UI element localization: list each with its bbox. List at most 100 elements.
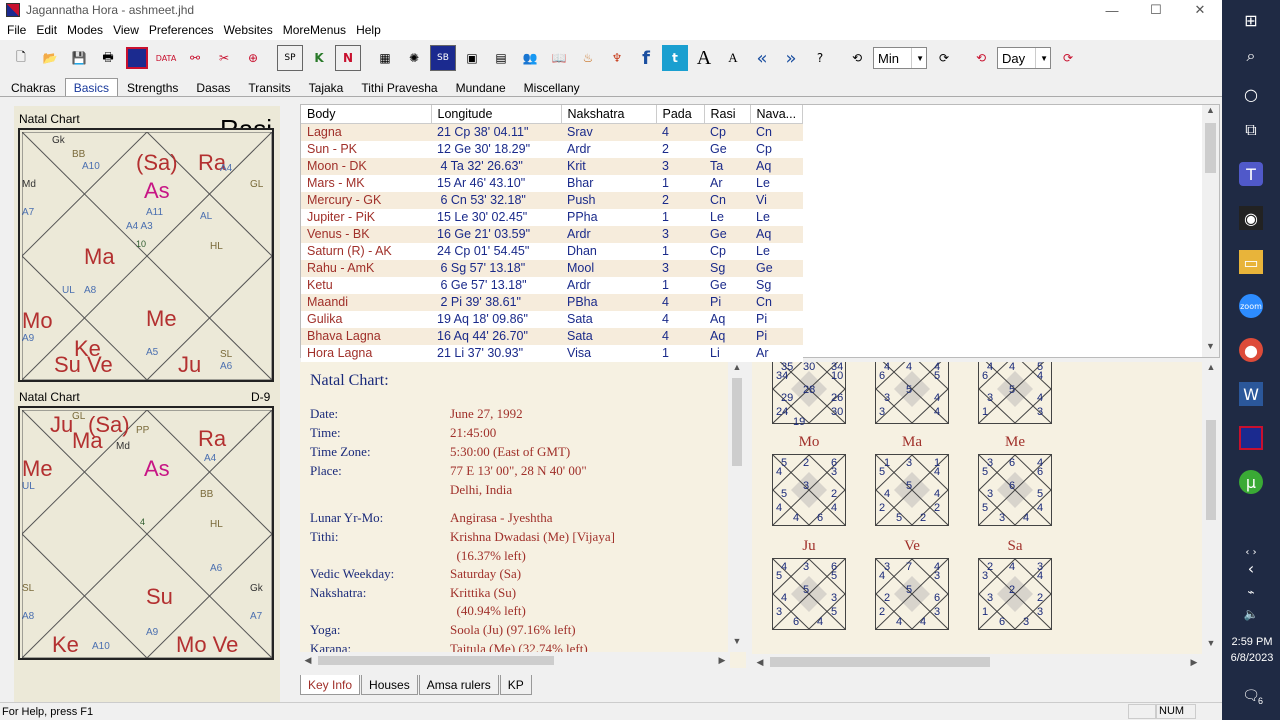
tab-kp[interactable]: KP <box>499 675 532 695</box>
menu-moremenus[interactable]: MoreMenus <box>278 23 351 37</box>
volume-icon[interactable]: 🔈 <box>1239 602 1263 626</box>
tab-basics[interactable]: Basics <box>64 78 119 96</box>
tools-icon[interactable]: ✂ <box>211 45 237 71</box>
twitter-icon[interactable]: t <box>662 45 688 71</box>
search-icon[interactable]: ⌕ <box>1239 44 1263 68</box>
rasi-chart[interactable]: Gk BB A10 (Sa) As Ra A4 GL Md A7 A11 A4 … <box>18 128 274 382</box>
table-row[interactable]: Mercury - GK 6 Cn 53' 32.18" Push 2 Cn Vi <box>301 191 803 209</box>
font-larger-icon[interactable]: A <box>691 45 717 71</box>
tab-transits[interactable]: Transits <box>239 78 299 96</box>
facebook-icon[interactable]: f <box>633 45 659 71</box>
table-row[interactable]: Venus - BK 16 Ge 21' 03.59" Ardr 3 Ge Aq <box>301 225 803 243</box>
info-vertical-scrollbar[interactable]: ▲ ▼ <box>728 362 746 652</box>
menu-modes[interactable]: Modes <box>62 23 108 37</box>
n-icon[interactable]: N <box>335 45 361 71</box>
col-rasi[interactable]: Rasi <box>704 105 751 124</box>
table-row[interactable]: Mars - MK 15 Ar 46' 43.10" Bhar 1 Ar Le <box>301 174 803 192</box>
menu-edit[interactable]: Edit <box>31 23 62 37</box>
ashtakavarga-chart[interactable]: 436555433564 <box>772 558 846 630</box>
forward-icon[interactable]: » <box>778 45 804 71</box>
table-row[interactable]: Gulika 19 Aq 18' 09.86" Sata 4 Aq Pi <box>301 310 803 328</box>
table-row[interactable]: Moon - DK 4 Ta 32' 26.63" Krit 3 Ta Aq <box>301 157 803 175</box>
menu-view[interactable]: View <box>108 23 144 37</box>
col-pada[interactable]: Pada <box>656 105 705 124</box>
tab-mundane[interactable]: Mundane <box>447 78 515 96</box>
tab-strengths[interactable]: Strengths <box>118 78 187 96</box>
fire-icon[interactable]: ♆ <box>604 45 630 71</box>
table-row[interactable]: Maandi 2 Pi 39' 38.61" PBha 4 Pi Cn <box>301 293 803 311</box>
dance-icon[interactable]: ♨ <box>575 45 601 71</box>
open-file-icon[interactable]: 📂 <box>37 45 63 71</box>
people-icon[interactable]: 👥 <box>517 45 543 71</box>
ashtakavarga-chart-top[interactable]: 35 30 34 34 10 28 29 26 24 30 19 <box>772 362 846 428</box>
utorrent-icon[interactable]: µ <box>1239 470 1263 494</box>
ashtakavarga-chart[interactable]: 131545442252 <box>875 454 949 526</box>
chrome-icon[interactable]: ● <box>1239 338 1263 362</box>
star-icon[interactable]: ✺ <box>401 45 427 71</box>
word-icon[interactable]: W <box>1239 382 1263 406</box>
tab-chakras[interactable]: Chakras <box>2 78 65 96</box>
menu-preferences[interactable]: Preferences <box>144 23 219 37</box>
book-icon[interactable]: 📖 <box>546 45 572 71</box>
ashtakavarga-chart[interactable]: 526433524446 <box>772 454 846 526</box>
menu-file[interactable]: File <box>2 23 31 37</box>
ashtakavarga-chart-top[interactable]: 4446553434 <box>875 362 949 424</box>
sp-kh-icon[interactable]: SP <box>277 45 303 71</box>
table-row[interactable]: Rahu - AmK 6 Sg 57' 13.18" Mool 3 Sg Ge <box>301 259 803 277</box>
transit-icon[interactable]: ⚯ <box>182 45 208 71</box>
step-back-icon[interactable]: ⟲ <box>844 45 870 71</box>
step-forward-icon-2[interactable]: ⟳ <box>1055 45 1081 71</box>
step-unit-select-2[interactable]: Day ▼ <box>997 47 1051 69</box>
font-smaller-icon[interactable]: A <box>720 45 746 71</box>
task-view-icon[interactable]: ⧉ <box>1239 118 1263 142</box>
file-explorer-icon[interactable]: ▭ <box>1239 250 1263 274</box>
grid-icon[interactable]: ▦ <box>372 45 398 71</box>
col-nakshatra[interactable]: Nakshatra <box>561 105 657 124</box>
table-vertical-scrollbar[interactable]: ▲ ▼ <box>1202 105 1219 357</box>
chevron-left-icon[interactable]: ‹ <box>1239 556 1263 580</box>
tab-miscellany[interactable]: Miscellany <box>515 78 589 96</box>
step-forward-icon[interactable]: ⟳ <box>931 45 957 71</box>
ashtakavarga-horizontal-scrollbar[interactable]: ◀ ▶ <box>752 654 1202 670</box>
close-button[interactable]: ✕ <box>1178 0 1222 20</box>
col-body[interactable]: Body <box>301 105 432 124</box>
teams-icon[interactable]: T <box>1239 162 1263 186</box>
chart-icon[interactable] <box>124 45 150 71</box>
ashtakavarga-chart[interactable]: 243342321363 <box>978 558 1052 630</box>
help-icon[interactable]: ? <box>807 45 833 71</box>
minimize-button[interactable]: — <box>1090 0 1134 20</box>
k-icon[interactable]: K <box>306 45 332 71</box>
print-icon[interactable]: 🖶 <box>95 45 121 71</box>
wheel-icon[interactable]: ⊕ <box>240 45 266 71</box>
data-icon[interactable]: DATA <box>153 45 179 71</box>
col-longitude[interactable]: Longitude <box>431 105 562 124</box>
menu-websites[interactable]: Websites <box>219 23 278 37</box>
step-back-icon-2[interactable]: ⟲ <box>968 45 994 71</box>
table-row[interactable]: Hora Lagna 21 Li 37' 30.93" Visa 1 Li Ar <box>301 344 803 362</box>
table-row[interactable]: Bhava Lagna 16 Aq 44' 26.70" Sata 4 Aq Pi <box>301 327 803 345</box>
camera-app-icon[interactable]: ◉ <box>1239 206 1263 230</box>
cortana-icon[interactable]: ○ <box>1239 82 1263 106</box>
table-row[interactable]: Saturn (R) - AK 24 Cp 01' 54.45" Dhan 1 Cp Le <box>301 242 803 260</box>
new-file-icon[interactable]: 🗋 <box>8 45 34 71</box>
table-row[interactable]: Lagna 21 Cp 38' 04.11" Srav 4 Cp Cn <box>301 123 803 141</box>
windows-start-icon[interactable]: ⊞ <box>1239 8 1263 32</box>
col-navamsa[interactable]: Nava... <box>750 105 804 124</box>
tab-tajaka[interactable]: Tajaka <box>300 78 353 96</box>
tab-amsa-rulers[interactable]: Amsa rulers <box>418 675 499 695</box>
save-icon[interactable]: 💾 <box>66 45 92 71</box>
table-row[interactable]: Ketu 6 Ge 57' 13.18" Ardr 1 Ge Sg <box>301 276 803 294</box>
clock-date[interactable]: 6/8/2023 <box>1228 652 1276 664</box>
tab-key-info[interactable]: Key Info <box>300 675 361 695</box>
frame-icon[interactable]: ▣ <box>459 45 485 71</box>
jhora-taskbar-icon[interactable] <box>1239 426 1263 450</box>
step-unit-select[interactable]: Min ▼ <box>873 47 927 69</box>
maximize-button[interactable]: ☐ <box>1134 0 1178 20</box>
ashtakavarga-chart-top[interactable]: 4456453413 <box>978 362 1052 424</box>
sb-icon[interactable]: SB <box>430 45 456 71</box>
tab-dasas[interactable]: Dasas <box>187 78 239 96</box>
zoom-icon[interactable]: zoom <box>1239 294 1263 318</box>
ashtakavarga-chart[interactable]: 364566355434 <box>978 454 1052 526</box>
table-row[interactable]: Sun - PK 12 Ge 30' 18.29" Ardr 2 Ge Cp <box>301 140 803 158</box>
ashtakavarga-vertical-scrollbar[interactable]: ▲ ▼ <box>1202 362 1220 654</box>
